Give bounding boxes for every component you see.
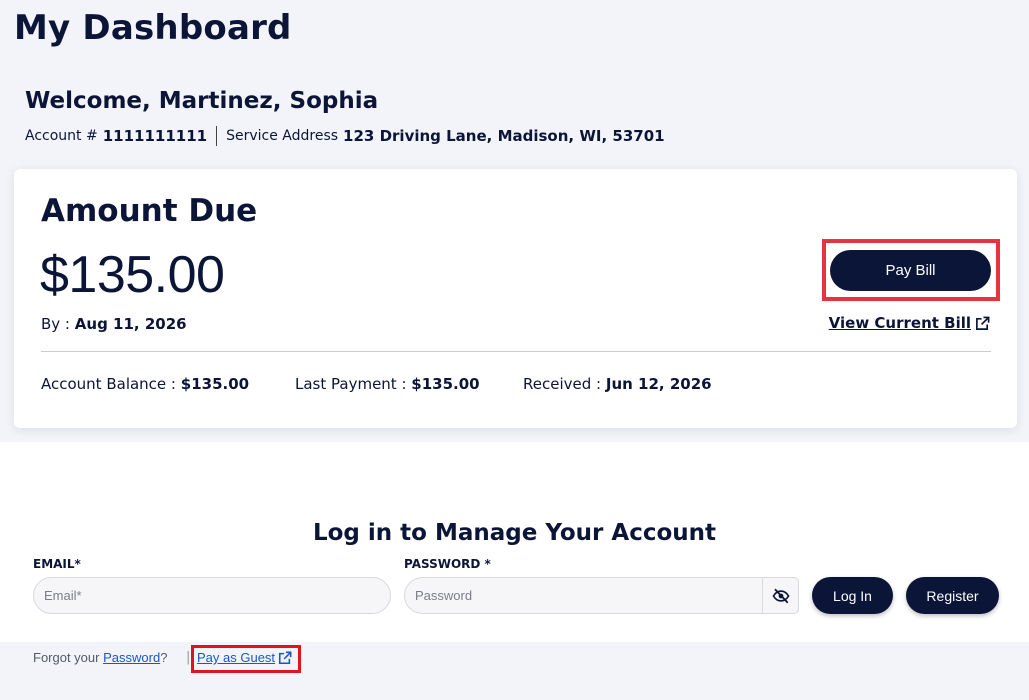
due-date-value: Aug 11, 2026 [74, 315, 187, 333]
welcome-heading: Welcome, Martinez, Sophia [25, 88, 379, 114]
pay-bill-button[interactable]: Pay Bill [830, 250, 991, 291]
pay-as-guest-label: Pay as Guest [197, 650, 276, 665]
account-info: Account # 1111111111 Service Address 123… [25, 126, 665, 146]
due-date-label: By : [41, 315, 70, 333]
account-info-divider [216, 126, 218, 146]
forgot-suffix: ? [160, 650, 168, 665]
due-date: By : Aug 11, 2026 [41, 315, 187, 333]
password-field[interactable] [404, 577, 763, 614]
account-balance: Account Balance : $135.00 [41, 375, 249, 393]
password-visibility-toggle[interactable] [762, 577, 799, 614]
register-button[interactable]: Register [906, 577, 999, 614]
amount-due-title: Amount Due [41, 193, 258, 229]
link-separator: | [186, 650, 191, 665]
amount-due-value: $135.00 [40, 246, 225, 304]
forgot-prefix: Forgot your [33, 650, 100, 665]
service-address: 123 Driving Lane, Madison, WI, 53701 [343, 127, 665, 145]
last-payment-value: $135.00 [411, 375, 480, 393]
pay-as-guest-link[interactable]: Pay as Guest [197, 650, 292, 665]
received-date: Received : Jun 12, 2026 [523, 375, 712, 393]
received-label: Received : [523, 375, 602, 393]
card-divider [41, 351, 991, 352]
view-current-bill-label: View Current Bill [828, 314, 971, 332]
login-button[interactable]: Log In [812, 577, 893, 614]
amount-due-card: Amount Due $135.00 By : Aug 11, 2026 Pay… [14, 169, 1017, 428]
last-payment: Last Payment : $135.00 [295, 375, 480, 393]
forgot-password-link[interactable]: Password [103, 650, 160, 665]
external-link-icon [279, 651, 292, 664]
email-label: EMAIL* [33, 557, 81, 571]
login-title: Log in to Manage Your Account [312, 520, 717, 546]
external-link-icon [976, 316, 990, 330]
account-balance-value: $135.00 [180, 375, 250, 393]
page-title: My Dashboard [14, 8, 292, 48]
account-balance-label: Account Balance : [41, 375, 176, 393]
forgot-password-line: Forgot your Password? [33, 650, 167, 665]
last-payment-label: Last Payment : [295, 375, 407, 393]
eye-slash-icon [772, 588, 789, 603]
received-value: Jun 12, 2026 [605, 375, 712, 393]
account-number: 1111111111 [102, 127, 208, 145]
account-number-label: Account # [25, 128, 98, 144]
view-current-bill-link[interactable]: View Current Bill [829, 314, 990, 332]
service-address-label: Service Address [226, 128, 339, 144]
password-label: PASSWORD * [404, 557, 491, 571]
email-field[interactable] [33, 577, 391, 614]
